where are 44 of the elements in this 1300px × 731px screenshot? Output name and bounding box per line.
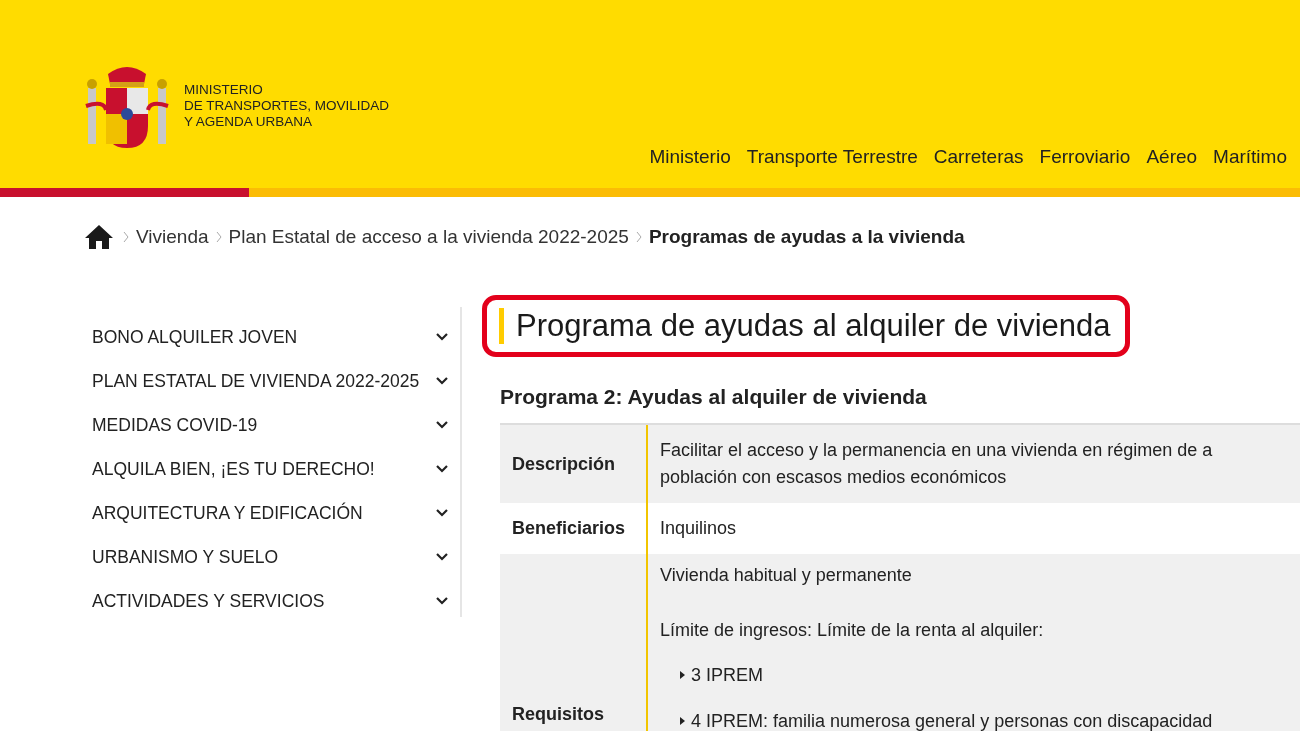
table-cell-text: Facilitar el acceso y la permanencia en una vivienda en régimen de a <box>660 439 1214 462</box>
sidebar-item[interactable]: BONO ALQUILER JOVEN <box>92 315 460 359</box>
breadcrumb-link[interactable]: Vivienda <box>136 226 209 248</box>
chevron-icon <box>436 553 448 561</box>
sidebar-item[interactable]: ACTIVIDADES Y SERVICIOS <box>92 579 460 623</box>
sidebar-item[interactable]: MEDIDAS COVID-19 <box>92 403 460 447</box>
table-cell-text: Límite de ingresos: Límite de la renta al alquiler: <box>660 619 1045 642</box>
bullet-icon <box>680 717 685 725</box>
nav-link[interactable]: Ministerio <box>649 146 731 168</box>
table-cell-text: población con escasos medios económicos <box>660 466 1008 489</box>
nav-link[interactable]: Carreteras <box>933 146 1024 168</box>
chevron-icon <box>123 231 129 243</box>
ministry-name: DE TRANSPORTES, MOVILIDAD <box>184 98 390 114</box>
table-cell-text: Inquilinos <box>660 517 738 540</box>
chevron-icon <box>436 509 448 517</box>
breadcrumb-link[interactable]: Programas de ayudas a la vivienda <box>648 226 965 248</box>
sidebar-item[interactable]: URBANISMO Y SUELO <box>92 535 460 579</box>
chevron-icon <box>436 333 448 341</box>
table-cell-text: Vivienda habitual y permanente <box>660 564 913 587</box>
home-icon[interactable] <box>84 224 114 250</box>
chevron-icon <box>436 377 448 385</box>
nav-link[interactable]: Transporte Terrestre <box>746 146 918 168</box>
section-title: Programa 2: Ayudas al alquiler de vivienda <box>500 385 928 409</box>
sidebar-item[interactable]: PLAN ESTATAL DE VIVIENDA 2022-2025 <box>92 359 460 403</box>
list-item: 3 IPREM <box>691 664 764 687</box>
breadcrumb-link[interactable]: Plan Estatal de acceso a la vivienda 2022-2025 <box>228 226 629 248</box>
list-item: 4 IPREM: familia numerosa general y personas con discapacidad <box>691 710 1213 731</box>
chevron-icon <box>436 465 448 473</box>
chevron-icon <box>436 597 448 605</box>
bullet-icon <box>680 671 685 679</box>
row-header: Descripción <box>512 453 616 475</box>
ministry-name: Y AGENDA URBANA <box>184 114 314 130</box>
chevron-icon <box>215 231 222 243</box>
nav-link[interactable]: Ferroviario <box>1039 146 1131 168</box>
ministry-name: MINISTERIO <box>184 82 264 98</box>
sidebar-item[interactable]: ARQUITECTURA Y EDIFICACIÓN <box>92 491 460 535</box>
row-header: Requisitos <box>512 704 604 725</box>
nav-link[interactable]: Aéreo <box>1146 146 1198 168</box>
chevron-icon <box>436 421 448 429</box>
chevron-icon <box>635 231 642 243</box>
row-header: Beneficiarios <box>512 518 626 539</box>
sidebar-item[interactable]: ALQUILA BIEN, ¡ES TU DERECHO! <box>92 447 460 491</box>
page-title: Programa de ayudas al alquiler de vivienda <box>499 308 1111 344</box>
nav-link[interactable]: Marítimo <box>1213 146 1287 168</box>
